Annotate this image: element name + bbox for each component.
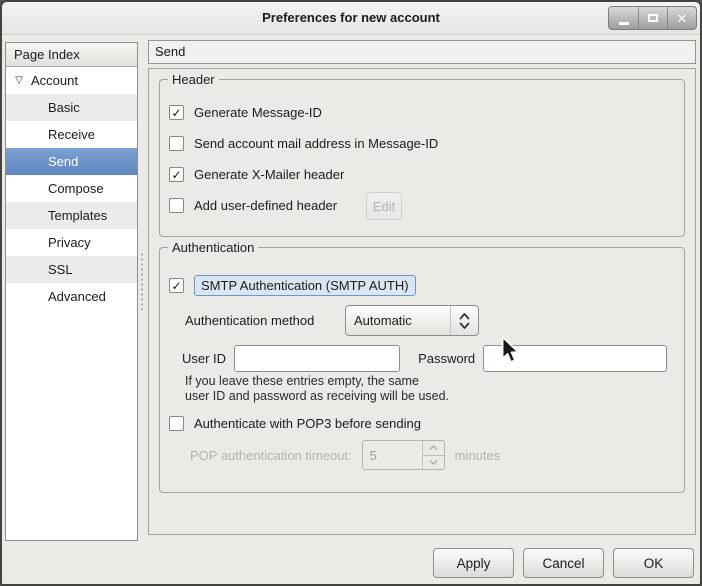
pop-timeout-spinner: 5	[362, 440, 445, 470]
apply-button[interactable]: Apply	[433, 548, 514, 578]
password-label: Password	[418, 351, 475, 366]
checkbox-generate-xmailer[interactable]: ✓ Generate X-Mailer header	[169, 167, 344, 182]
selected-option: Automatic	[346, 313, 450, 328]
pop-timeout-label: POP authentication timeout:	[190, 448, 352, 463]
user-id-label: User ID	[182, 351, 226, 366]
pop-timeout-unit: minutes	[455, 448, 501, 463]
checkbox-label[interactable]: Authenticate with POP3 before sending	[194, 416, 421, 431]
password-input[interactable]	[483, 345, 667, 372]
maximize-icon	[648, 14, 658, 22]
checkbox-smtp-auth[interactable]: ✓ SMTP Authentication (SMTP AUTH)	[169, 275, 416, 296]
checkbox-icon[interactable]: ✓	[169, 167, 184, 182]
checkbox-label[interactable]: SMTP Authentication (SMTP AUTH)	[194, 275, 416, 296]
checkbox-label[interactable]: Generate X-Mailer header	[194, 167, 344, 182]
sidebar-item-privacy[interactable]: Privacy	[6, 229, 137, 256]
checkbox-icon[interactable]	[169, 136, 184, 151]
checkbox-icon[interactable]: ✓	[169, 278, 184, 293]
window-title: Preferences for new account	[2, 2, 700, 35]
sidebar-item-label: Templates	[48, 202, 107, 229]
checkbox-pop3-before-sending[interactable]: Authenticate with POP3 before sending	[169, 416, 421, 431]
credentials-hint: If you leave these entries empty, the sa…	[185, 374, 449, 404]
pane-splitter-grip[interactable]	[140, 252, 145, 310]
spinner-up-icon	[423, 441, 444, 455]
minimize-icon	[619, 22, 629, 25]
authentication-method-select[interactable]: Automatic	[345, 305, 479, 336]
header-group: Header ✓ Generate Message-ID Send accoun…	[159, 79, 685, 237]
authentication-method-label: Authentication method	[185, 313, 345, 328]
hint-line-2: user ID and password as receiving will b…	[185, 389, 449, 404]
sidebar-item-compose[interactable]: Compose	[6, 175, 137, 202]
hint-line-1: If you leave these entries empty, the sa…	[185, 374, 449, 389]
sidebar-item-label: Receive	[48, 121, 95, 148]
sidebar-item-account[interactable]: ▽ Account	[6, 67, 137, 94]
sidebar-item-label: Basic	[48, 94, 80, 121]
page-index-header[interactable]: Page Index	[6, 43, 137, 67]
sidebar-item-receive[interactable]: Receive	[6, 121, 137, 148]
checkbox-icon[interactable]	[169, 416, 184, 431]
ok-button[interactable]: OK	[613, 548, 694, 578]
user-id-input[interactable]	[234, 345, 400, 372]
close-icon: ✕	[677, 12, 688, 25]
checkbox-icon[interactable]	[169, 198, 184, 213]
checkbox-icon[interactable]: ✓	[169, 105, 184, 120]
sidebar-item-label: Privacy	[48, 229, 91, 256]
close-button[interactable]: ✕	[667, 7, 696, 29]
authentication-group-label: Authentication	[168, 240, 258, 255]
sidebar-item-advanced[interactable]: Advanced	[6, 283, 137, 310]
chevron-updown-icon	[450, 306, 478, 335]
send-settings-panel: Header ✓ Generate Message-ID Send accoun…	[148, 68, 696, 535]
authentication-group: Authentication ✓ SMTP Authentication (SM…	[159, 247, 685, 493]
maximize-button[interactable]	[638, 7, 667, 29]
spinner-down-icon	[423, 455, 444, 470]
sidebar-item-basic[interactable]: Basic	[6, 94, 137, 121]
preferences-dialog: Preferences for new account ✕ Page Index…	[0, 0, 702, 586]
title-bar[interactable]: Preferences for new account ✕	[2, 2, 700, 35]
expander-icon[interactable]: ▽	[12, 67, 26, 94]
checkbox-generate-message-id[interactable]: ✓ Generate Message-ID	[169, 105, 322, 120]
checkbox-label[interactable]: Add user-defined header	[194, 198, 337, 213]
sidebar-item-label: Advanced	[48, 283, 106, 310]
sidebar-item-label: Account	[31, 67, 78, 94]
checkbox-label[interactable]: Send account mail address in Message-ID	[194, 136, 438, 151]
sidebar-item-label: Send	[48, 148, 78, 175]
sidebar-item-templates[interactable]: Templates	[6, 202, 137, 229]
checkbox-send-account-address[interactable]: Send account mail address in Message-ID	[169, 136, 438, 151]
minimize-button[interactable]	[609, 7, 638, 29]
sidebar-item-label: Compose	[48, 175, 104, 202]
cancel-button[interactable]: Cancel	[523, 548, 604, 578]
page-index-panel: Page Index ▽ Account Basic Receive Send …	[5, 42, 138, 541]
sidebar-item-label: SSL	[48, 256, 73, 283]
sidebar-item-send[interactable]: Send	[6, 148, 137, 175]
spinner-arrows	[422, 441, 444, 469]
checkbox-add-user-defined-header[interactable]: Add user-defined header	[169, 198, 337, 213]
authentication-method-row: Authentication method Automatic	[185, 305, 479, 336]
page-title: Send	[148, 40, 696, 64]
window-controls: ✕	[608, 6, 697, 30]
checkbox-label[interactable]: Generate Message-ID	[194, 105, 322, 120]
pop-timeout-value: 5	[363, 441, 422, 469]
pop-timeout-row: POP authentication timeout: 5 minutes	[190, 440, 500, 470]
credentials-row: User ID Password	[182, 345, 667, 372]
edit-button: Edit	[366, 192, 402, 220]
sidebar-item-ssl[interactable]: SSL	[6, 256, 137, 283]
header-group-label: Header	[168, 72, 219, 87]
